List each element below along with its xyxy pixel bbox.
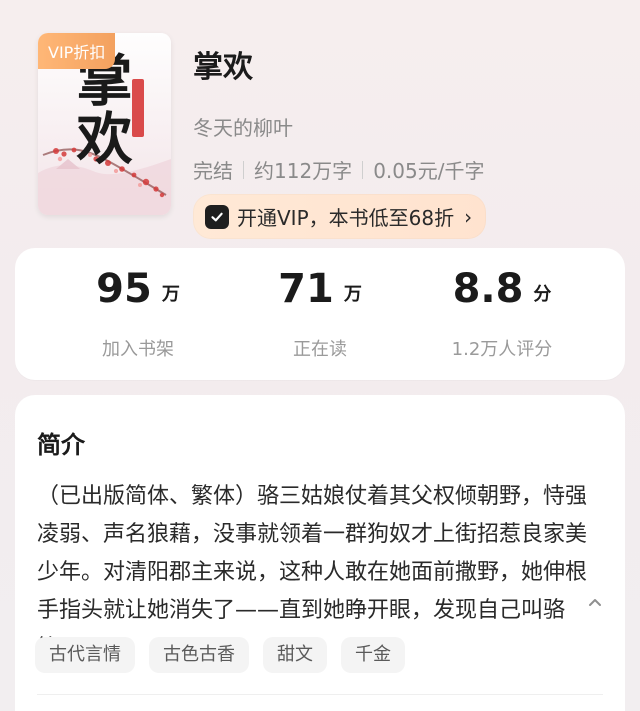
stat-shelf[interactable]: 95 万 加入书架	[53, 267, 223, 361]
vip-check-icon	[205, 204, 229, 229]
meta-separator	[243, 160, 244, 179]
cover-red-tag	[132, 79, 144, 137]
stat-label: 1.2万人评分	[451, 339, 553, 360]
chevron-up-icon[interactable]	[583, 591, 607, 615]
tag-item[interactable]: 千金	[341, 637, 405, 673]
vip-offer-label: 开通VIP，本书低至68折	[237, 206, 455, 230]
stat-number: 95	[96, 266, 152, 312]
book-price: 0.05元/千字	[373, 159, 485, 183]
tag-item[interactable]: 古代言情	[35, 637, 135, 673]
stat-unit: 万	[161, 284, 180, 305]
book-detail-screen: VIP折扣 掌欢 掌欢 冬天的柳叶 完结 约112万字 0.05元/千字 开通V…	[0, 0, 640, 711]
book-header: VIP折扣 掌欢 掌欢 冬天的柳叶 完结 约112万字 0.05元/千字 开通V…	[0, 0, 640, 245]
stat-label: 加入书架	[102, 339, 174, 360]
book-info: 掌欢 冬天的柳叶 完结 约112万字 0.05元/千字 开通VIP，本书低至68…	[193, 36, 640, 239]
tag-item[interactable]: 甜文	[263, 637, 327, 673]
stat-unit: 分	[533, 284, 552, 305]
stat-label: 正在读	[293, 339, 347, 360]
stat-rating[interactable]: 8.8 分 1.2万人评分	[417, 267, 587, 361]
check-mark-icon	[211, 212, 223, 221]
stat-unit: 万	[343, 284, 362, 305]
book-word-count: 约112万字	[254, 159, 353, 183]
book-author[interactable]: 冬天的柳叶	[193, 112, 640, 141]
divider	[37, 694, 603, 695]
stat-value: 95 万	[96, 267, 180, 319]
vip-discount-badge: VIP折扣	[38, 33, 116, 69]
chevron-right-icon: ›	[464, 204, 473, 229]
stat-number: 8.8	[452, 266, 524, 312]
meta-separator	[362, 160, 364, 179]
tag-item[interactable]: 古色古香	[149, 637, 249, 673]
stat-number: 71	[278, 266, 334, 312]
stat-value: 71 万	[278, 267, 362, 319]
tag-list: 古代言情 古色古香 甜文 千金	[35, 637, 405, 673]
chevron-up-icon-svg	[589, 599, 601, 606]
intro-title: 简介	[37, 431, 85, 459]
book-status: 完结	[193, 159, 233, 183]
vip-offer-button[interactable]: 开通VIP，本书低至68折 ›	[193, 194, 487, 239]
book-cover[interactable]: VIP折扣 掌欢	[38, 33, 171, 215]
intro-card: 简介 （已出版简体、繁体）骆三姑娘仗着其父权倾朝野，恃强凌弱、声名狼藉，没事就领…	[15, 395, 625, 711]
stat-reading[interactable]: 71 万 正在读	[235, 267, 405, 361]
book-title: 掌欢	[193, 50, 253, 85]
stat-value: 8.8 分	[453, 267, 552, 319]
book-meta: 完结 约112万字 0.05元/千字	[193, 155, 640, 184]
stats-card: 95 万 加入书架 71 万 正在读 8.8 分 1.2万人评分	[15, 248, 625, 380]
